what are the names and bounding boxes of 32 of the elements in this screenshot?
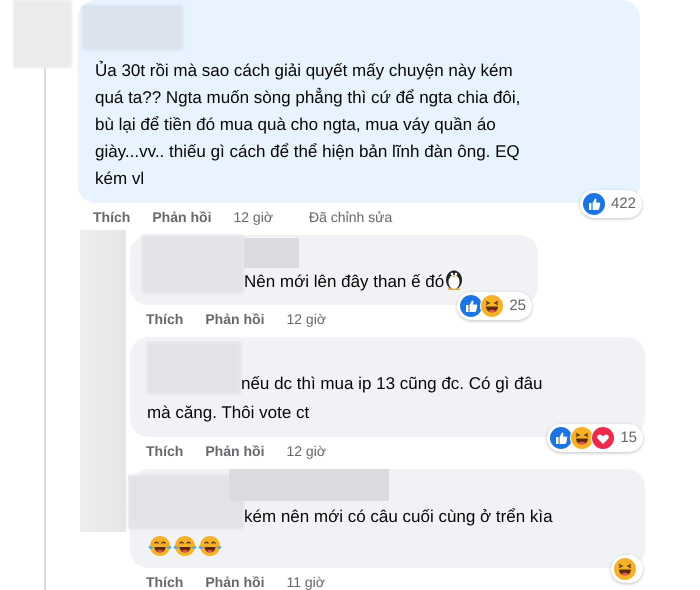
timestamp[interactable]: 12 giờ xyxy=(286,441,326,461)
thumbs-up-icon xyxy=(582,192,606,216)
tears-of-joy-icon xyxy=(173,534,197,558)
laughing-face-icon xyxy=(613,557,637,581)
action-link[interactable]: Thích xyxy=(146,441,184,461)
reaction-badge[interactable]: 15 xyxy=(547,424,643,452)
reaction-badge[interactable] xyxy=(611,555,643,583)
action-link[interactable]: Thích xyxy=(93,207,130,227)
comment-text: Nên mới lên đây than ế đó xyxy=(142,268,526,295)
tears-of-joy-icon xyxy=(148,534,172,558)
penguin-icon xyxy=(444,268,464,290)
action-link[interactable]: Phản hồi xyxy=(205,572,264,590)
timestamp[interactable]: 12 giờ xyxy=(286,309,326,329)
reaction-badge[interactable]: 422 xyxy=(580,190,642,218)
laughing-face-icon xyxy=(570,426,594,450)
thumbs-up-icon xyxy=(549,426,574,450)
timestamp[interactable]: 11 giờ xyxy=(286,572,325,590)
action-link[interactable]: Thích xyxy=(146,309,184,329)
blurred-avatar xyxy=(13,0,72,68)
tears-of-joy-icon xyxy=(198,534,222,558)
action-link[interactable]: Thích xyxy=(146,572,184,590)
action-link[interactable]: Phản hồi xyxy=(205,441,264,461)
comment-text: kém nên mới có câu cuối cùng ở trển kìa xyxy=(243,506,554,528)
action-link[interactable]: Phản hồi xyxy=(205,309,264,329)
timestamp[interactable]: 12 giờ xyxy=(233,207,274,227)
comment-text: Ủa 30t rồi mà sao cách giải quyết mấy chuyện này kém quá ta?? Ngta muốn sòng phẳng thì cứ để ngta chia đôi, bù lại để tiền đó mua quà cho ngta, mua váy quần áo giày...vv.. thiếu gì cách để thể hiện bản lĩnh đàn ông. EQ kém vl xyxy=(95,60,522,190)
action-link[interactable]: Phản hồi xyxy=(152,207,212,227)
edited-label: Đã chỉnh sửa xyxy=(309,208,392,227)
comment-text: nếu dc thì mua ip 13 cũng đc. Có gì đâu mà căng. Thôi vote ct xyxy=(147,373,544,424)
reaction-badge[interactable]: 25 xyxy=(457,292,532,320)
laughing-face-icon xyxy=(480,294,504,318)
thumbs-up-icon xyxy=(459,294,484,318)
